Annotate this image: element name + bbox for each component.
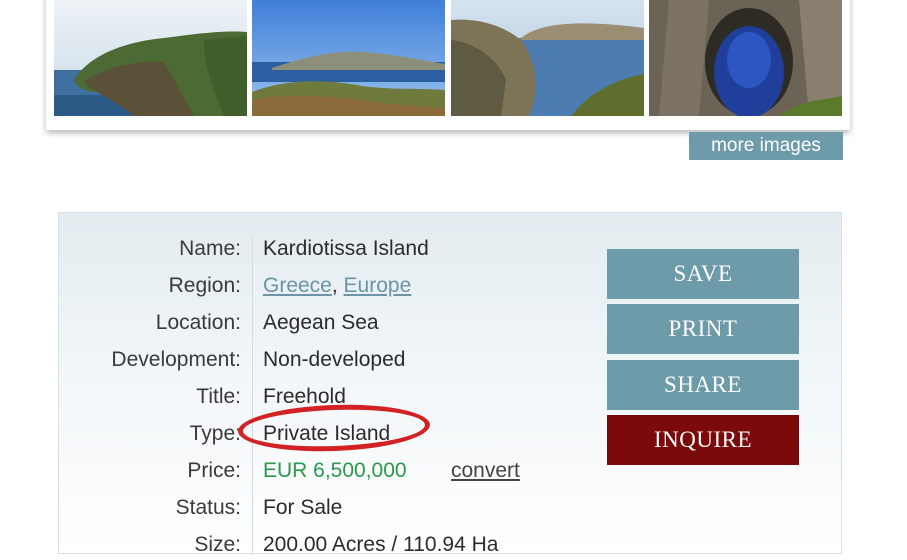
detail-value: Kardiotissa Island: [263, 237, 429, 260]
thumbnail-3[interactable]: [451, 0, 644, 116]
detail-value: 200.00 Acres / 110.94 Ha: [263, 533, 499, 556]
print-button[interactable]: PRINT: [607, 304, 799, 354]
detail-label: Type:: [189, 422, 241, 445]
region-links: Greece, Europe: [263, 271, 411, 301]
inquire-button[interactable]: INQUIRE: [607, 415, 799, 465]
convert-link[interactable]: convert: [451, 456, 520, 486]
share-button[interactable]: SHARE: [607, 360, 799, 410]
region-separator: ,: [331, 274, 344, 297]
detail-label: Location:: [155, 311, 241, 334]
detail-label: Size:: [194, 533, 241, 556]
thumbnail-1[interactable]: [54, 0, 247, 116]
more-images-button[interactable]: more images: [689, 132, 843, 160]
region-link-europe[interactable]: Europe: [344, 274, 412, 297]
coastal-headland-photo: [54, 0, 247, 116]
price-value: EUR 6,500,000: [263, 459, 407, 482]
detail-label: Title:: [196, 385, 241, 408]
detail-value: For Sale: [263, 496, 343, 519]
bay-cliffs-photo: [451, 0, 644, 116]
island-view-photo: [252, 0, 445, 116]
detail-label: Region:: [168, 274, 241, 297]
region-link-greece[interactable]: Greece: [263, 274, 332, 297]
detail-value: Aegean Sea: [263, 311, 379, 334]
column-divider: [252, 235, 253, 555]
save-button[interactable]: SAVE: [607, 249, 799, 299]
detail-value: Non-developed: [263, 348, 406, 371]
sea-cave-photo: [649, 0, 842, 116]
thumbnail-2[interactable]: [252, 0, 445, 116]
detail-label: Name:: [179, 237, 241, 260]
detail-label: Price:: [187, 459, 241, 482]
image-gallery: [46, 0, 850, 130]
detail-label: Development:: [111, 348, 241, 371]
detail-label: Status:: [175, 496, 241, 519]
thumbnail-4[interactable]: [649, 0, 842, 116]
